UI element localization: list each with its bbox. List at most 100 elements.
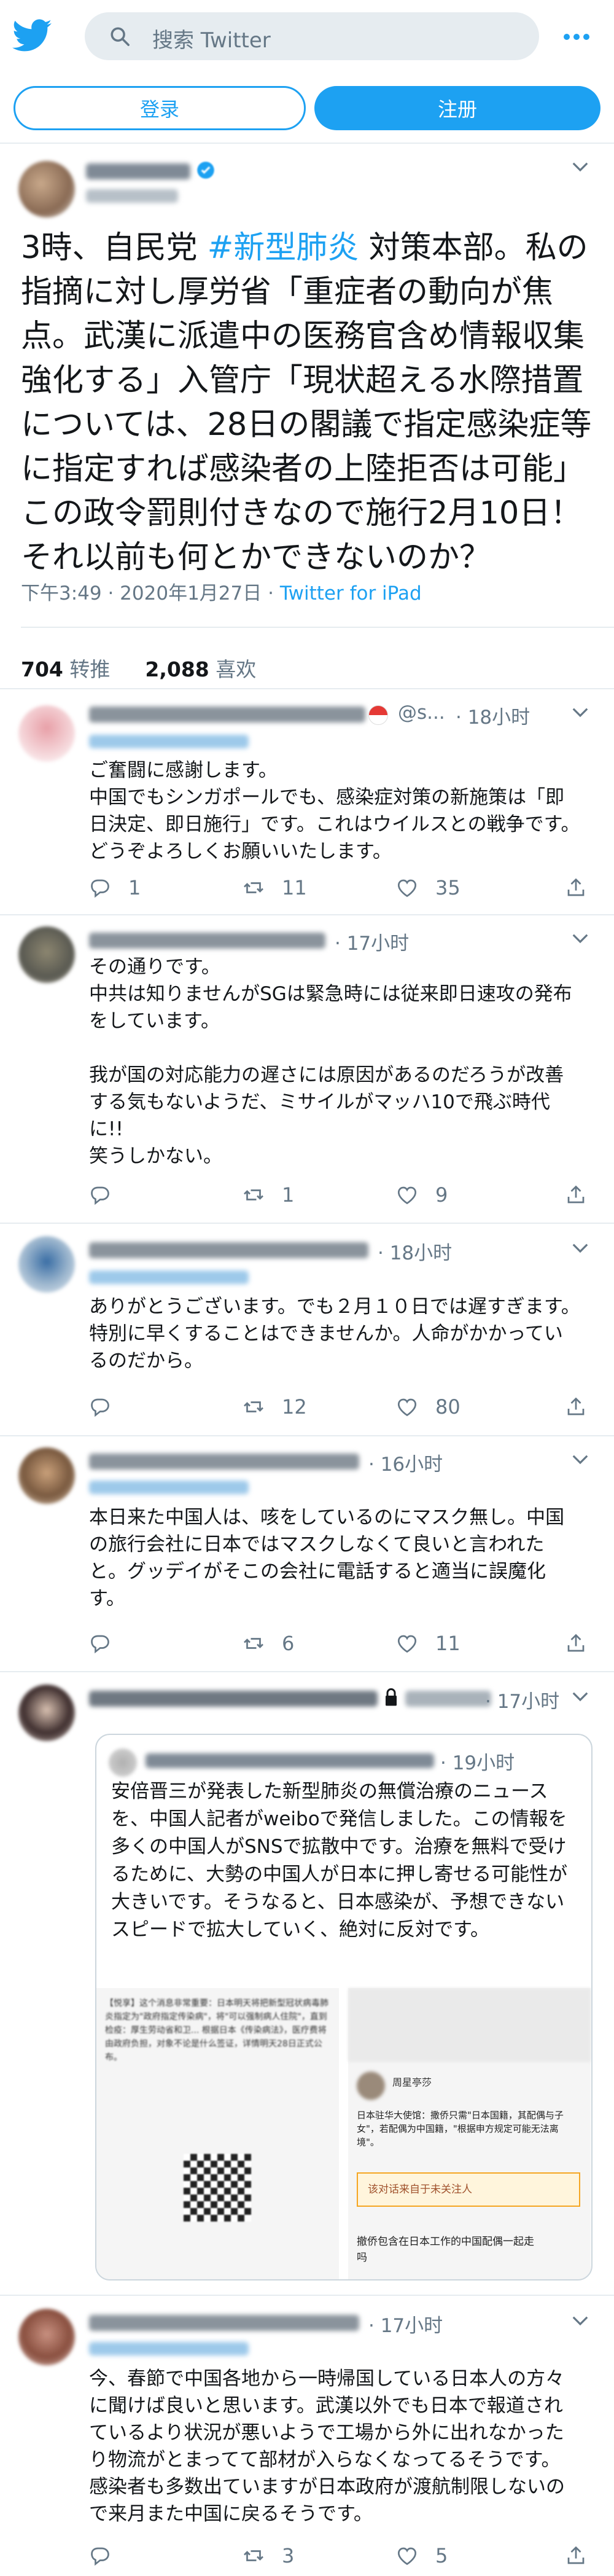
- reply-icon: [91, 2547, 109, 2566]
- divider: [0, 688, 614, 689]
- reply-time[interactable]: · 16小时: [368, 1449, 443, 1476]
- reply-button[interactable]: [89, 1183, 128, 1207]
- retweet-icon: [244, 1401, 263, 1412]
- more-dots-icon[interactable]: [564, 31, 594, 40]
- reply-avatar[interactable]: [18, 926, 75, 983]
- reply-icon: [91, 1398, 109, 1417]
- reply-author-blurred[interactable]: [89, 1691, 378, 1707]
- author-name-blurred[interactable]: [86, 163, 190, 179]
- image-bottom-text: 撤侨包含在日本工作的中国配偶一起走吗: [357, 2236, 534, 2264]
- like-icon: [397, 1398, 417, 1417]
- share-button[interactable]: [565, 1631, 587, 1656]
- quoted-tweet[interactable]: · 19小时 安倍晋三が発表した新型肺炎の無償治療のニュースを、中国人記者がwe…: [95, 1734, 593, 2280]
- divider: [21, 627, 614, 628]
- retweet-stat[interactable]: 704 转推: [21, 657, 110, 681]
- share-button[interactable]: [565, 875, 587, 900]
- reply-author-blurred[interactable]: [89, 1454, 359, 1470]
- like-button[interactable]: 80: [396, 1395, 460, 1419]
- reply-handle[interactable]: @s...: [398, 702, 445, 724]
- like-button[interactable]: 11: [396, 1631, 460, 1656]
- retweet-button[interactable]: 1: [243, 1183, 294, 1207]
- quoted-image-right[interactable]: 周星亭莎 日本驻华大使馆：撒侨只需"日本国籍，其配偶与子女"，若配偶为中国籍，"…: [348, 1988, 591, 2279]
- reply-to-blurred: [89, 735, 249, 748]
- reply-button[interactable]: 1: [89, 875, 141, 900]
- tweet-stats: 704 转推 2,088 喜欢: [21, 653, 256, 683]
- reply-time[interactable]: · 18小时: [456, 702, 530, 729]
- like-button[interactable]: 35: [396, 875, 460, 900]
- chevron-down-icon[interactable]: [571, 707, 589, 719]
- reply-time[interactable]: · 17小时: [485, 1686, 559, 1713]
- search-bar[interactable]: 搜索 Twitter: [85, 12, 539, 60]
- divider: [0, 914, 614, 915]
- top-bar: 搜索 Twitter: [0, 0, 614, 77]
- qr-code-icon: [184, 2154, 251, 2222]
- reply-time[interactable]: · 17小时: [368, 2310, 443, 2338]
- share-button[interactable]: [565, 1395, 587, 1419]
- retweet-icon: [244, 1638, 263, 1649]
- reply-time[interactable]: · 17小时: [335, 928, 409, 955]
- reply-author-blurred[interactable]: [89, 933, 325, 949]
- like-stat[interactable]: 2,088 喜欢: [145, 657, 256, 681]
- retweet-button[interactable]: 12: [243, 1395, 307, 1419]
- reply-button[interactable]: [89, 1631, 128, 1656]
- retweet-button[interactable]: 6: [243, 1631, 294, 1656]
- quoted-image-left[interactable]: 【悦享】这个消息非常重要：日本明天将把新型冠状病毒肺炎指定为"政府指定传染病"，…: [96, 1988, 339, 2279]
- image-caption-text: 【悦享】这个消息非常重要：日本明天将把新型冠状病毒肺炎指定为"政府指定传染病"，…: [105, 1999, 328, 2062]
- twitter-bird-icon[interactable]: [12, 18, 52, 53]
- divider: [0, 1671, 614, 1672]
- image-body-text: 日本驻华大使馆：撒侨只需"日本国籍，其配偶与子女"，若配偶为中国籍，"根据申方规…: [357, 2110, 564, 2148]
- like-icon: [397, 1186, 417, 1205]
- tweet-meta: 下午3:49 · 2020年1月27日 · Twitter for iPad: [21, 577, 422, 605]
- reply-author-blurred[interactable]: [89, 1242, 368, 1258]
- reply-time[interactable]: · 18小时: [378, 1237, 452, 1265]
- reply-handle-blurred[interactable]: [405, 1691, 491, 1707]
- reply-avatar[interactable]: [18, 1685, 75, 1741]
- retweet-button[interactable]: 11: [243, 875, 307, 900]
- share-button[interactable]: [565, 2543, 587, 2568]
- reply-text: その通りです。 中共は知りませんがSGは緊急時には従来即日速攻の発布をしています…: [89, 956, 572, 1167]
- login-button[interactable]: 登录: [14, 86, 306, 130]
- hashtag-link[interactable]: #新型肺炎: [208, 230, 359, 266]
- reply-text: 今、春節で中国各地から一時帰国している日本人の方々に聞けば良いと思います。武漢以…: [89, 2368, 565, 2525]
- chevron-down-icon[interactable]: [571, 161, 589, 173]
- reply-avatar[interactable]: [18, 2309, 75, 2365]
- quoted-avatar[interactable]: [109, 1748, 137, 1777]
- reply-author-blurred[interactable]: [89, 2315, 359, 2331]
- retweet-icon: [244, 2550, 263, 2561]
- reply-button[interactable]: [89, 1395, 128, 1419]
- lock-icon: [386, 1688, 397, 1706]
- retweet-icon: [244, 1189, 263, 1200]
- tweet-source-link[interactable]: Twitter for iPad: [280, 582, 422, 605]
- divider: [0, 143, 614, 144]
- verified-icon: [197, 162, 214, 179]
- reply-avatar[interactable]: [18, 705, 75, 762]
- chevron-down-icon[interactable]: [571, 1242, 589, 1255]
- image-header-text: [348, 1988, 591, 2062]
- tweet-time[interactable]: 下午3:49 · 2020年1月27日 ·: [21, 582, 280, 605]
- reply-avatar[interactable]: [18, 1447, 75, 1504]
- like-button[interactable]: 9: [396, 1183, 448, 1207]
- share-button[interactable]: [565, 1183, 587, 1207]
- author-avatar[interactable]: [18, 161, 75, 217]
- like-icon: [397, 2547, 417, 2566]
- tweet-text: 3時、自民党 #新型肺炎 対策本部。私の指摘に対し厚労省「重症者の動向が焦点。武…: [21, 230, 592, 576]
- like-icon: [397, 879, 417, 898]
- like-button[interactable]: 5: [396, 2543, 448, 2568]
- chevron-down-icon[interactable]: [571, 2315, 589, 2327]
- reply-avatar[interactable]: [18, 1236, 75, 1293]
- image-warning-text: 该对话来自于未关注人: [357, 2172, 580, 2207]
- reply-button[interactable]: [89, 2543, 128, 2568]
- retweet-button[interactable]: 3: [243, 2543, 294, 2568]
- reply-text: ご奮闘に感謝します。 中国でもシンガポールでも、感染症対策の新施策は「即日決定、…: [89, 759, 580, 863]
- signup-button[interactable]: 注册: [314, 86, 600, 130]
- chevron-down-icon[interactable]: [571, 933, 589, 945]
- reply-author-blurred[interactable]: [89, 707, 365, 722]
- reply-icon: [91, 879, 109, 898]
- retweet-icon: [244, 882, 263, 893]
- share-icon: [567, 1634, 585, 1652]
- search-placeholder[interactable]: 搜索 Twitter: [152, 23, 271, 53]
- chevron-down-icon[interactable]: [571, 1454, 589, 1466]
- quoted-author-blurred[interactable]: [146, 1753, 434, 1768]
- chevron-down-icon[interactable]: [571, 1691, 589, 1703]
- author-handle-blurred[interactable]: [86, 189, 178, 203]
